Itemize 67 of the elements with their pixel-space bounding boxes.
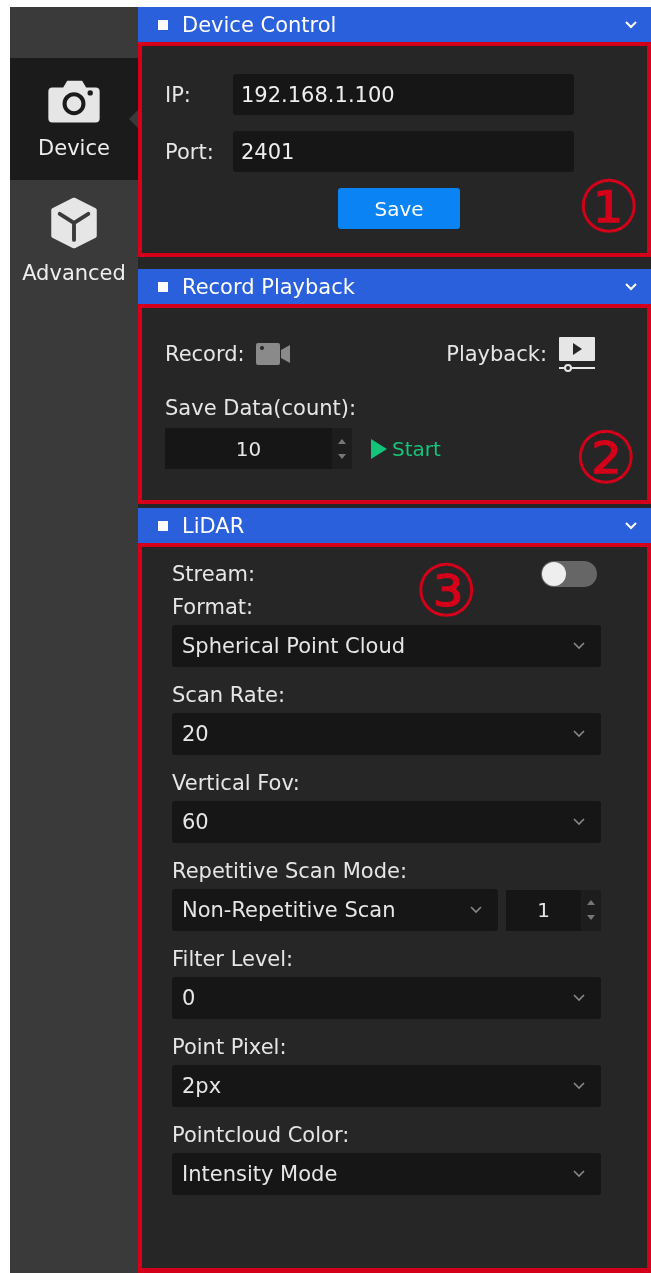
chevron-down-icon [625,282,637,291]
dropdown[interactable]: 20 [172,713,601,755]
section-title: Record Playback [182,274,356,299]
section-title: Device Control [182,12,338,37]
playback-label: Playback: [446,342,547,366]
square-icon [158,19,168,30]
section-header[interactable]: LiDAR [138,508,651,543]
play-icon [370,437,388,460]
input-field[interactable]: 2401 [233,131,574,172]
camera-icon [47,78,101,124]
chevron-icon [573,642,585,650]
start-button[interactable]: Start [370,436,441,461]
dropdown[interactable]: Intensity Mode [172,1153,601,1195]
input-field[interactable]: 192.168.1.100 [233,74,574,115]
annotation-number: ① [576,171,641,243]
chevron-down-icon [625,521,637,530]
sidebar-tab[interactable]: Device [10,58,138,180]
setting-label: Filter Level: [172,947,295,971]
stream-label: Stream: [172,562,256,586]
chevron-icon [470,906,482,914]
record-label: Record: [165,342,245,366]
square-icon [158,281,168,292]
dropdown-value: Spherical Point Cloud [182,634,407,658]
dropdown[interactable]: 0 [172,977,601,1019]
chevron-icon [573,1170,585,1178]
square-icon [158,520,168,531]
dropdown[interactable]: Spherical Point Cloud [172,625,601,667]
dropdown[interactable]: 60 [172,801,601,843]
annotation-number: ③ [414,555,479,627]
toggle-switch[interactable] [541,561,597,587]
setting-label: Format: [172,595,255,619]
number-field[interactable]: 10 [165,428,352,469]
chevron-icon [573,1082,585,1090]
setting-label: Vertical Fov: [172,771,301,795]
field-label: IP: [165,82,192,107]
dropdown-value: 60 [182,810,210,834]
section-header[interactable]: Device Control [138,7,651,42]
section-title: LiDAR [182,513,246,538]
tab-label: Advanced [22,261,126,285]
dropdown[interactable]: 2px [172,1065,601,1107]
dropdown-value: Intensity Mode [182,1162,339,1186]
chevron-down-icon [625,20,637,29]
save-button[interactable]: Save [338,188,460,229]
chevron-icon [573,730,585,738]
section-header[interactable]: Record Playback [138,269,651,304]
setting-label: Scan Rate: [172,683,286,707]
chevron-icon [573,994,585,1002]
spin-arrows-icon[interactable] [581,889,601,931]
spin-arrows-icon[interactable] [332,428,352,469]
setting-label: Pointcloud Color: [172,1123,351,1147]
field-label: Port: [165,139,215,164]
sidebar-tab[interactable]: Advanced [10,180,138,302]
setting-label: Repetitive Scan Mode: [172,859,408,883]
count-label: Save Data(count): [165,396,358,420]
dropdown-value: 20 [182,722,210,746]
annotation-number: ② [573,422,638,494]
dropdown-value: Non-Repetitive Scan [182,898,397,922]
video-camera-icon[interactable] [254,341,291,367]
cube-icon [48,197,100,249]
video-player-icon[interactable] [557,336,597,372]
number-field[interactable]: 1 [506,889,601,931]
dropdown-value: 0 [182,986,197,1010]
dropdown-value: 2px [182,1074,223,1098]
dropdown[interactable]: Non-Repetitive Scan [172,889,498,931]
setting-label: Point Pixel: [172,1035,288,1059]
chevron-icon [573,818,585,826]
tab-label: Device [38,136,110,160]
